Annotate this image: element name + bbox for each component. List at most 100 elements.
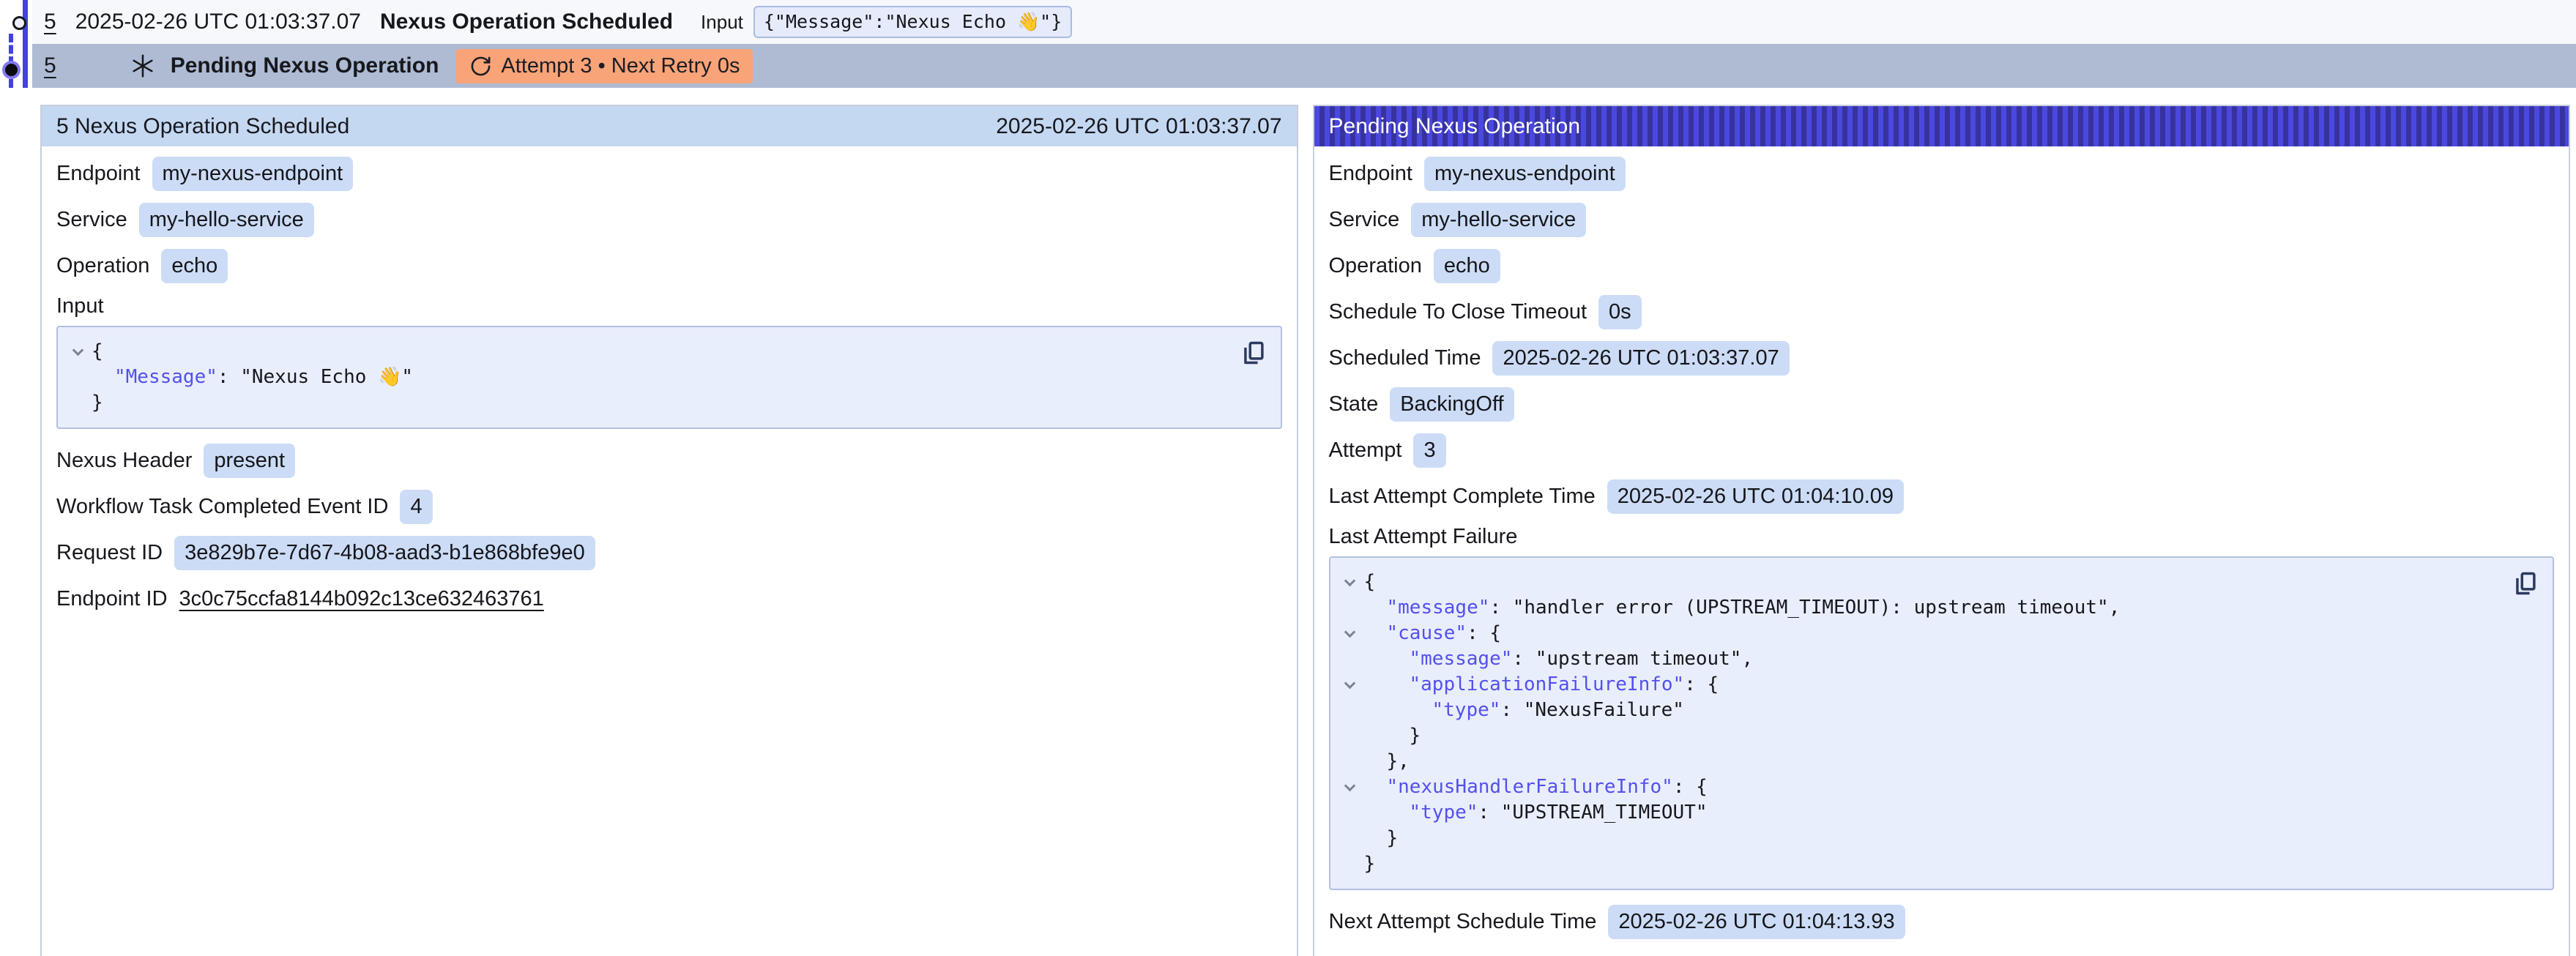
code-gutter: [1336, 774, 1364, 800]
copy-icon: [1240, 339, 1267, 367]
code-gutter: [1336, 851, 1364, 877]
code-line-content: "applicationFailureInfo": {: [1364, 672, 1719, 698]
pending-panel-header: Pending Nexus Operation: [1314, 106, 2569, 146]
field-label: Schedule To Close Timeout: [1329, 300, 1587, 324]
copy-icon: [2512, 570, 2539, 597]
event-row-pending-nexus-operation[interactable]: 5 Pending Nexus Operation Attempt 3 • Ne…: [32, 44, 2576, 88]
code-line: }: [1336, 723, 2506, 749]
field-value-badge: 3: [1413, 433, 1445, 468]
field-row-last-attempt-complete-time: Last Attempt Complete Time 2025-02-26 UTC…: [1329, 478, 2555, 515]
field-label: Next Attempt Schedule Time: [1329, 910, 1597, 934]
failure-json-code: {"message": "handler error (UPSTREAM_TIM…: [1336, 570, 2506, 877]
code-line-content: "type": "UPSTREAM_TIMEOUT": [1364, 800, 1708, 826]
field-label: Scheduled Time: [1329, 346, 1481, 370]
code-line-content: "message": "handler error (UPSTREAM_TIME…: [1364, 595, 2121, 621]
timeline-active-bar: [23, 0, 28, 88]
code-line: },: [1336, 749, 2506, 774]
code-line: }: [1336, 826, 2506, 851]
code-gutter: [1336, 723, 1364, 749]
collapse-arrow-icon[interactable]: [1344, 780, 1356, 792]
pending-fields-top: Endpointmy-nexus-endpoint Service my-hello…: [1329, 155, 2555, 515]
collapse-arrow-icon[interactable]: [1344, 678, 1356, 690]
scheduled-panel-body: Endpointmy-nexus-endpointServicemy-hello…: [42, 146, 1297, 641]
code-line-content: }: [1364, 723, 1421, 749]
field-label: Service: [1329, 208, 1400, 232]
code-gutter: [64, 339, 92, 365]
scheduled-event-detail-panel: 5 Nexus Operation Scheduled 2025-02-26 U…: [40, 105, 1298, 956]
field-value-badge: 2025-02-26 UTC 01:03:37.07: [1492, 341, 1789, 376]
field-label: Operation: [1329, 254, 1422, 278]
event-id-link[interactable]: 5: [44, 10, 56, 34]
code-line-content: "type": "NexusFailure": [1364, 698, 1684, 723]
field-label: Endpoint: [56, 162, 141, 186]
code-gutter: [1336, 595, 1364, 621]
field-value-badge: 2025-02-26 UTC 01:04:13.93: [1608, 905, 1905, 939]
code-line-content: "cause": {: [1364, 621, 1502, 646]
field-row-endpoint: Endpointmy-nexus-endpoint: [56, 155, 1282, 192]
field-value-link[interactable]: 3c0c75ccfa8144b092c13ce632463761: [179, 587, 544, 611]
copy-button[interactable]: [1240, 339, 1267, 367]
code-line-content: }: [92, 390, 103, 416]
scheduled-panel-title: 5 Nexus Operation Scheduled: [56, 114, 349, 139]
code-gutter: [1336, 800, 1364, 826]
code-gutter: [1336, 570, 1364, 595]
collapse-arrow-icon[interactable]: [1344, 575, 1356, 587]
failure-section-label: Last Attempt Failure: [1329, 525, 2555, 549]
pending-panel-body: Endpointmy-nexus-endpoint Service my-hello…: [1314, 146, 2569, 956]
code-line: "type": "UPSTREAM_TIMEOUT": [1336, 800, 2506, 826]
code-line: }: [1336, 851, 2506, 877]
field-value-badge: my-hello-service: [139, 203, 314, 237]
field-value-badge: present: [204, 444, 295, 478]
retry-attempt-badge: Attempt 3 • Next Retry 0s: [456, 49, 753, 83]
field-row-endpoint: Endpointmy-nexus-endpoint: [1329, 155, 2555, 192]
code-line: "message": "upstream timeout",: [1336, 646, 2506, 672]
code-line: }: [64, 390, 1234, 416]
pending-event-id-link[interactable]: 5: [44, 53, 56, 78]
code-line: {: [1336, 570, 2506, 595]
event-row-nexus-operation-scheduled[interactable]: 5 2025-02-26 UTC 01:03:37.07 Nexus Opera…: [32, 0, 2576, 44]
scheduled-fields-bottom: Nexus Header present Workflow Task Complet…: [56, 442, 1282, 617]
field-row-next-attempt-schedule-time: Next Attempt Schedule Time 2025-02-26 UTC…: [1329, 903, 2555, 940]
code-gutter: [1336, 646, 1364, 672]
event-title: Nexus Operation Scheduled: [380, 10, 673, 34]
field-row-attempt: Attempt 3: [1329, 432, 2555, 468]
field-label: Last Attempt Complete Time: [1329, 485, 1596, 509]
field-value-badge: 2025-02-26 UTC 01:04:10.09: [1607, 479, 1904, 514]
field-value-badge: my-hello-service: [1411, 203, 1586, 237]
field-value-badge: my-nexus-endpoint: [1424, 157, 1626, 191]
event-input-label: Input: [701, 11, 743, 34]
event-input-chip: {"Message":"Nexus Echo 👋"}: [753, 6, 1072, 38]
copy-button[interactable]: [2512, 570, 2539, 597]
field-row-request-id: Request ID3e829b7e-7d67-4b08-aad3-b1e868…: [56, 534, 1282, 571]
workflow-event-history-screen: 5 2025-02-26 UTC 01:03:37.07 Nexus Opera…: [0, 0, 2576, 956]
field-row-service: Service my-hello-service: [1329, 201, 2555, 238]
scheduled-fields-top: Endpointmy-nexus-endpointServicemy-hello…: [56, 155, 1282, 284]
input-section-label: Input: [56, 294, 1282, 318]
code-line: "type": "NexusFailure": [1336, 698, 2506, 723]
code-gutter: [1336, 672, 1364, 698]
field-row-operation: Operationecho: [56, 247, 1282, 284]
field-row-workflow-task-completed-event-id: Workflow Task Completed Event ID4: [56, 488, 1282, 525]
field-row-schedule-to-close-timeout: Schedule To Close Timeout0s: [1329, 294, 2555, 330]
code-line-content: "Message": "Nexus Echo 👋": [92, 365, 413, 390]
field-label: Attempt: [1329, 438, 1402, 463]
pending-panel-title: Pending Nexus Operation: [1329, 114, 1581, 139]
scheduled-panel-header: 5 Nexus Operation Scheduled 2025-02-26 U…: [42, 106, 1297, 146]
field-label: Workflow Task Completed Event ID: [56, 495, 388, 519]
timeline-dashed-connector: [9, 34, 13, 88]
field-value-badge: BackingOff: [1390, 387, 1514, 422]
code-line: "message": "handler error (UPSTREAM_TIME…: [1336, 595, 2506, 621]
code-line-content: {: [92, 339, 103, 365]
pending-fields-bottom: Next Attempt Schedule Time 2025-02-26 UTC…: [1329, 903, 2555, 940]
field-row-nexus-header: Nexus Header present: [56, 442, 1282, 479]
code-gutter: [1336, 621, 1364, 646]
field-label: Nexus Header: [56, 449, 192, 473]
code-line-content: },: [1364, 749, 1410, 774]
input-json-viewer: {"Message": "Nexus Echo 👋"}: [56, 326, 1282, 429]
code-gutter: [1336, 698, 1364, 723]
code-line-content: "message": "upstream timeout",: [1364, 646, 1754, 672]
input-json-code: {"Message": "Nexus Echo 👋"}: [64, 339, 1234, 416]
collapse-arrow-icon[interactable]: [72, 345, 83, 356]
collapse-arrow-icon[interactable]: [1344, 627, 1356, 638]
field-label: Request ID: [56, 541, 163, 565]
